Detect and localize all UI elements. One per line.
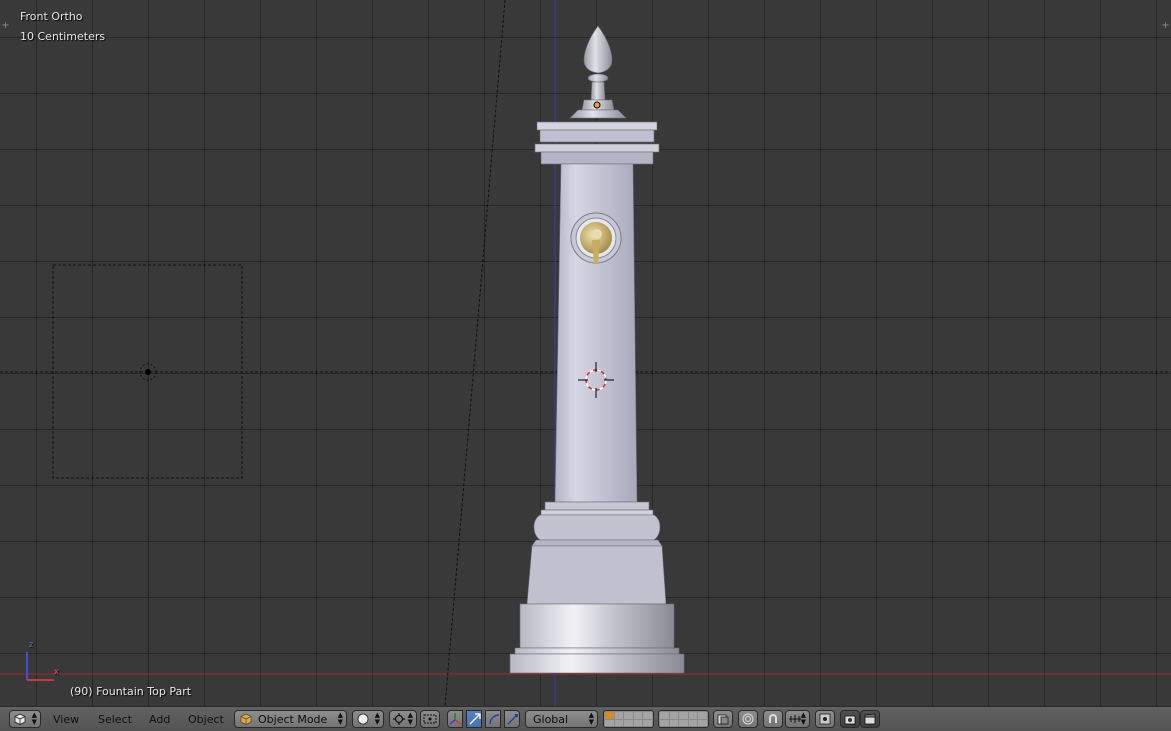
proportional-edit-button[interactable] [738,710,758,728]
layers-grid-left[interactable] [603,710,654,728]
mode-dropdown[interactable]: Object Mode ▲ ▼ [234,710,347,728]
layers-icon [717,714,729,725]
region-expand-right-icon[interactable]: + [1161,21,1170,31]
scale-manipulator-button[interactable] [504,710,520,728]
transform-orientation-dropdown[interactable]: Global ▲ ▼ [525,710,598,728]
chevron-up-down-icon: ▲ ▼ [337,711,343,726]
snap-icon [769,714,777,723]
snap-toggle-button[interactable] [763,710,783,728]
object-origin-dot [593,101,601,109]
x-axis-label: x [54,667,59,676]
solid-shading-icon [357,713,369,725]
orientation-label: Global [533,713,569,726]
translate-icon [469,713,481,725]
object-mode-cube-icon [240,713,252,725]
chevron-up-down-icon: ▲ ▼ [31,711,37,726]
add-menu[interactable]: Add [149,713,170,726]
layers-grid-right[interactable] [658,710,709,728]
mode-label: Object Mode [258,713,328,726]
proportional-edit-icon [742,713,754,725]
rotate-manipulator-button[interactable] [485,710,501,728]
opengl-render-button[interactable] [840,710,860,728]
select-menu[interactable]: Select [98,713,132,726]
chevron-up-down-icon: ▲ ▼ [407,711,413,726]
camera-line [444,0,506,706]
grid-scale-label: 10 Centimeters [20,30,106,43]
manipulator-toggle[interactable] [447,710,463,728]
3d-view-header: ▲ ▼ View Select Add Object Object Mode ▲ ▼… [0,706,1171,731]
clapperboard-icon [864,713,876,725]
translate-manipulator-button[interactable] [466,710,482,728]
chevron-up-down-icon: ▲ ▼ [800,711,806,726]
snap-target-icon [819,713,831,725]
object-info-label: (90) Fountain Top Part [70,685,192,698]
z-axis-label: z [29,640,34,649]
3d-viewport[interactable]: Front Ortho 10 Centimeters (90) Fountain… [0,0,1171,706]
manipulator-icon [449,713,462,725]
axis-gizmo-icon [26,652,54,681]
object-menu[interactable]: Object [188,713,224,726]
rotate-icon [489,714,500,725]
scale-icon [507,714,518,725]
snap-element-dropdown[interactable]: ▲ ▼ [785,710,810,728]
pivot-point-button[interactable]: ▲ ▼ [389,710,417,728]
pivot-center-toggle[interactable] [420,710,440,728]
chevron-up-down-icon: ▲ ▼ [374,711,380,726]
viewport-shading-button[interactable]: ▲ ▼ [352,710,384,728]
view-name-label: Front Ortho [20,10,83,23]
opengl-render-animation-button[interactable] [860,710,880,728]
editor-type-button[interactable]: ▲ ▼ [9,710,41,728]
center-points-icon [423,714,437,724]
fountain-model [509,25,685,674]
empty-origin-dot [145,369,151,375]
render-icon [844,715,856,725]
region-expand-left-icon[interactable]: + [1,21,10,31]
viewport-overlay [0,0,1171,706]
snap-target-button[interactable] [815,710,835,728]
view-menu[interactable]: View [53,713,79,726]
lock-layers-button[interactable] [713,710,733,728]
pivot-point-icon [393,713,405,725]
3d-view-icon [14,713,26,725]
chevron-up-down-icon: ▲ ▼ [588,711,594,726]
